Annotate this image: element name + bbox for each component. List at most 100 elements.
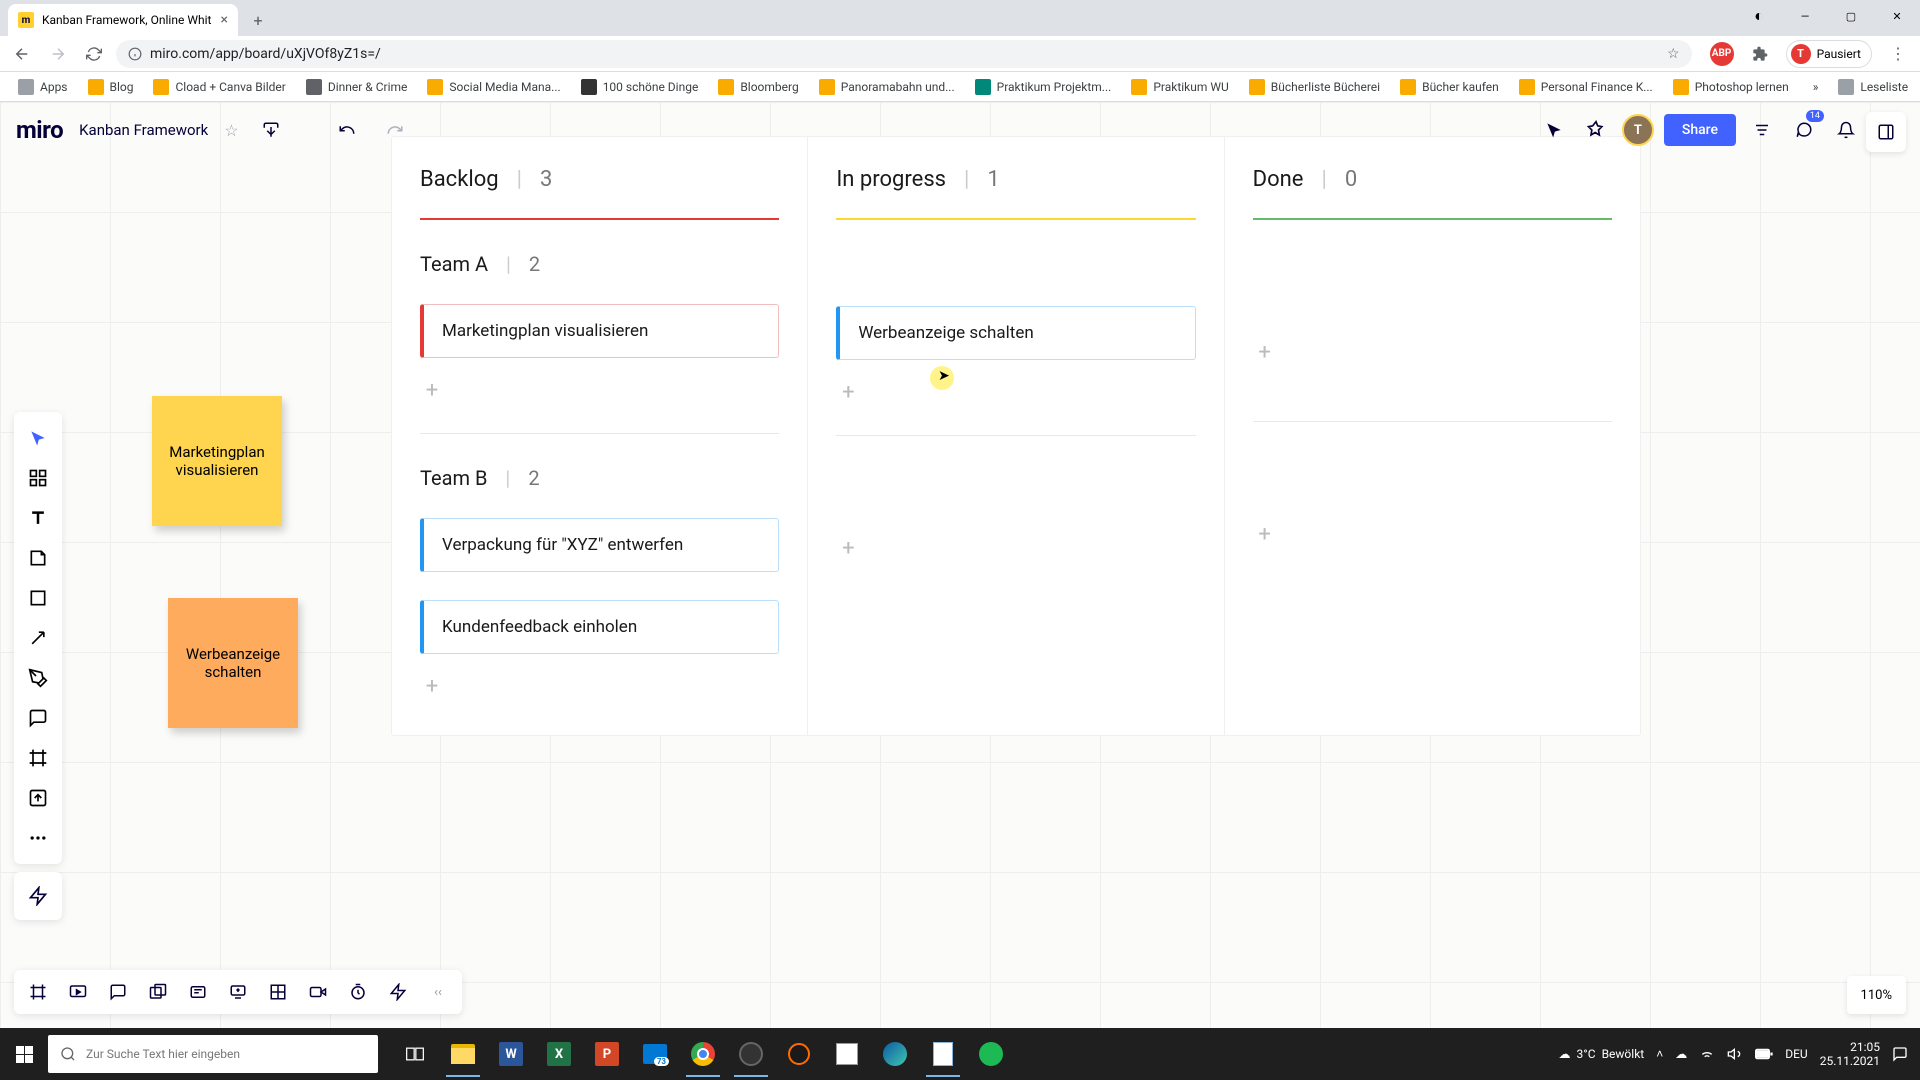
screenshare-icon[interactable] <box>218 972 258 1012</box>
kanban-card[interactable]: Verpackung für "XYZ" entwerfen <box>420 518 779 572</box>
back-button[interactable] <box>8 40 36 68</box>
zoom-indicator[interactable]: 110% <box>1847 976 1906 1014</box>
word-icon[interactable]: W <box>488 1031 534 1077</box>
maximize-button[interactable]: ▢ <box>1828 0 1874 32</box>
miro-logo[interactable]: miro <box>16 116 63 144</box>
user-avatar[interactable]: T <box>1622 114 1654 146</box>
pen-tool[interactable] <box>14 658 62 698</box>
mail-icon[interactable]: 73 <box>632 1031 678 1077</box>
bookmark-item[interactable]: Cload + Canva Bilder <box>145 75 293 99</box>
bookmark-item[interactable]: Personal Finance K... <box>1511 75 1661 99</box>
select-tool[interactable] <box>14 418 62 458</box>
bell-icon[interactable] <box>1830 114 1862 146</box>
battery-icon[interactable] <box>1755 1048 1773 1060</box>
excel-icon[interactable]: X <box>536 1031 582 1077</box>
bookmark-item[interactable]: Bücherliste Bücherei <box>1241 75 1388 99</box>
video-icon[interactable] <box>298 972 338 1012</box>
minimize-button[interactable]: ― <box>1782 0 1828 32</box>
bookmark-item[interactable]: Photoshop lernen <box>1665 75 1797 99</box>
reactions-icon[interactable] <box>1580 114 1612 146</box>
frames-panel-icon[interactable] <box>18 972 58 1012</box>
bookmark-item[interactable]: Bloomberg <box>710 75 806 99</box>
bookmark-apps[interactable]: Apps <box>10 75 76 99</box>
tray-chevron-icon[interactable]: ˄ <box>1656 1047 1663 1061</box>
profile-button[interactable]: T Pausiert <box>1786 40 1872 68</box>
start-button[interactable] <box>0 1028 48 1080</box>
url-input[interactable]: miro.com/app/board/uXjVOf8yZ1s=/ ☆ <box>116 40 1692 68</box>
kanban-board[interactable]: Backlog | 3 Team A | 2 Marketingplan vis… <box>392 137 1640 735</box>
sticky-note-orange[interactable]: Werbeanzeige schalten <box>168 598 298 728</box>
column-header[interactable]: Backlog | 3 <box>420 167 779 192</box>
browser-tab[interactable]: m Kanban Framework, Online Whit × <box>8 4 238 36</box>
spotify-icon[interactable] <box>968 1031 1014 1077</box>
app-icon[interactable] <box>776 1031 822 1077</box>
bookmark-item[interactable]: 100 schöne Dinge <box>573 75 707 99</box>
kanban-card[interactable]: Marketingplan visualisieren <box>420 304 779 358</box>
notepad-icon[interactable] <box>920 1031 966 1077</box>
obs-icon[interactable] <box>728 1031 774 1077</box>
adblock-extension-icon[interactable]: ABP <box>1710 42 1734 66</box>
add-card-button[interactable]: + <box>420 378 444 403</box>
timer-icon[interactable] <box>338 972 378 1012</box>
export-icon[interactable] <box>255 114 287 146</box>
star-icon[interactable]: ☆ <box>224 121 238 140</box>
kanban-card[interactable]: Kundenfeedback einholen <box>420 600 779 654</box>
browser-menu-icon[interactable]: ⋮ <box>1884 40 1912 68</box>
board-title[interactable]: Kanban Framework <box>79 121 208 139</box>
apps-tool[interactable] <box>14 872 62 920</box>
bookmark-star-icon[interactable]: ☆ <box>1667 46 1680 62</box>
add-card-button[interactable]: + <box>1253 340 1277 365</box>
comment-tool[interactable] <box>14 698 62 738</box>
chrome-icon[interactable] <box>680 1031 726 1077</box>
weather-widget[interactable]: ☁ 3°C Bewölkt <box>1559 1047 1645 1061</box>
chat-panel-icon[interactable] <box>178 972 218 1012</box>
more-tools[interactable] <box>14 818 62 858</box>
add-card-button[interactable]: + <box>836 536 860 561</box>
explorer-icon[interactable] <box>440 1031 486 1077</box>
redo-icon[interactable] <box>379 114 411 146</box>
connection-tool[interactable] <box>14 618 62 658</box>
cursor-mode-icon[interactable] <box>1538 114 1570 146</box>
extensions-icon[interactable] <box>1746 40 1774 68</box>
edge-icon[interactable] <box>872 1031 918 1077</box>
bookmark-item[interactable]: Praktikum WU <box>1123 75 1236 99</box>
language-indicator[interactable]: DEU <box>1785 1047 1807 1061</box>
bookmark-item[interactable]: Praktikum Projektm... <box>967 75 1120 99</box>
templates-tool[interactable] <box>14 458 62 498</box>
forward-button[interactable] <box>44 40 72 68</box>
volume-icon[interactable] <box>1727 1046 1743 1062</box>
right-panel-toggle[interactable] <box>1866 112 1906 152</box>
close-window-button[interactable]: ✕ <box>1874 0 1920 32</box>
bookmark-item[interactable]: Bücher kaufen <box>1392 75 1507 99</box>
swimlane-header[interactable]: Team A | 2 <box>420 252 779 276</box>
column-header[interactable]: Done | 0 <box>1253 167 1612 192</box>
bookmark-item[interactable]: Blog <box>80 75 142 99</box>
swimlane-header[interactable]: Team B | 2 <box>420 466 779 490</box>
taskbar-search[interactable]: Zur Suche Text hier eingeben <box>48 1035 378 1073</box>
task-view-icon[interactable] <box>392 1031 438 1077</box>
add-card-button[interactable]: + <box>1253 522 1277 547</box>
reload-button[interactable] <box>80 40 108 68</box>
grid-icon[interactable] <box>258 972 298 1012</box>
sticky-note-yellow[interactable]: Marketingplan visualisieren <box>152 396 282 526</box>
collapse-toolbar-icon[interactable]: ‹‹ <box>418 972 458 1012</box>
column-header[interactable]: In progress | 1 <box>836 167 1195 192</box>
browser-identity-icon[interactable]: ◐ <box>1736 0 1782 32</box>
onedrive-icon[interactable]: ☁ <box>1675 1047 1687 1061</box>
bookmark-item[interactable]: Social Media Mana... <box>419 75 568 99</box>
sticky-note-tool[interactable] <box>14 538 62 578</box>
voting-icon[interactable] <box>378 972 418 1012</box>
action-center-icon[interactable] <box>1892 1046 1908 1062</box>
powerpoint-icon[interactable]: P <box>584 1031 630 1077</box>
cards-panel-icon[interactable] <box>138 972 178 1012</box>
presentation-icon[interactable] <box>58 972 98 1012</box>
app-icon[interactable] <box>824 1031 870 1077</box>
bookmark-item[interactable]: Dinner & Crime <box>298 75 416 99</box>
settings-icon[interactable] <box>1746 114 1778 146</box>
add-card-button[interactable]: + <box>420 674 444 699</box>
new-tab-button[interactable]: + <box>244 6 272 34</box>
shape-tool[interactable] <box>14 578 62 618</box>
bookmarks-overflow[interactable]: » <box>1805 76 1827 98</box>
wifi-icon[interactable] <box>1699 1046 1715 1062</box>
taskbar-clock[interactable]: 21:05 25.11.2021 <box>1820 1040 1880 1069</box>
